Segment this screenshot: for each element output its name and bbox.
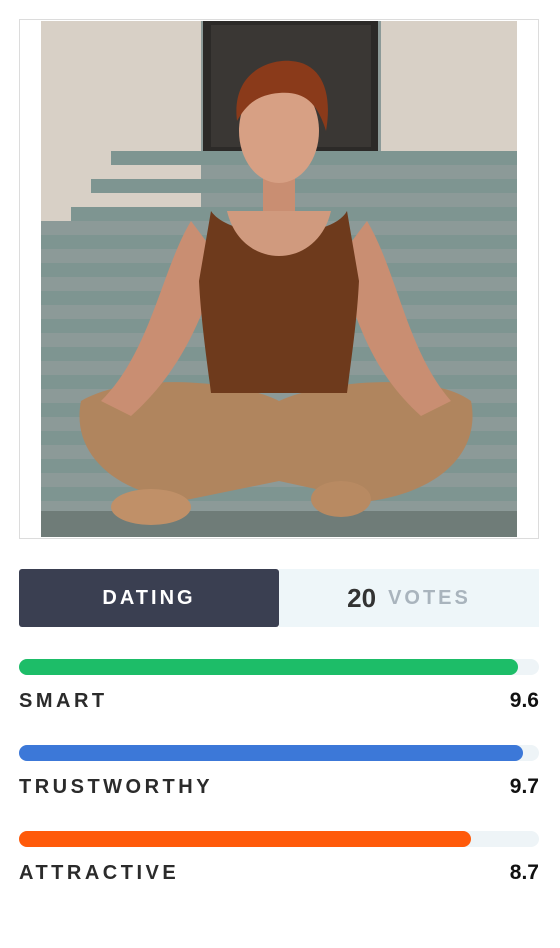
profile-photo[interactable] <box>41 21 517 537</box>
metric-label: ATTRACTIVE <box>19 861 180 884</box>
votes-box: 20 VOTES <box>279 569 539 627</box>
category-tab-dating[interactable]: DATING <box>19 569 279 627</box>
rating-fill <box>19 745 524 761</box>
metric-value: 8.7 <box>509 861 539 884</box>
rating-track <box>19 659 539 675</box>
votes-count: 20 <box>347 582 377 613</box>
metric-value: 9.6 <box>509 689 539 712</box>
metric-value: 9.7 <box>509 775 539 798</box>
category-bar: DATING 20 VOTES <box>19 569 539 627</box>
photo-card <box>19 19 539 539</box>
metric-label: TRUSTWORTHY <box>19 775 214 798</box>
votes-label: VOTES <box>388 586 471 609</box>
rating-fill <box>19 659 519 675</box>
rating-track <box>19 831 539 847</box>
metric-label: SMART <box>19 689 108 712</box>
metric-attractive: ATTRACTIVE 8.7 <box>19 831 539 885</box>
metric-smart: SMART 9.6 <box>19 659 539 713</box>
rating-fill <box>19 831 472 847</box>
rating-track <box>19 745 539 761</box>
metric-trustworthy: TRUSTWORTHY 9.7 <box>19 745 539 799</box>
